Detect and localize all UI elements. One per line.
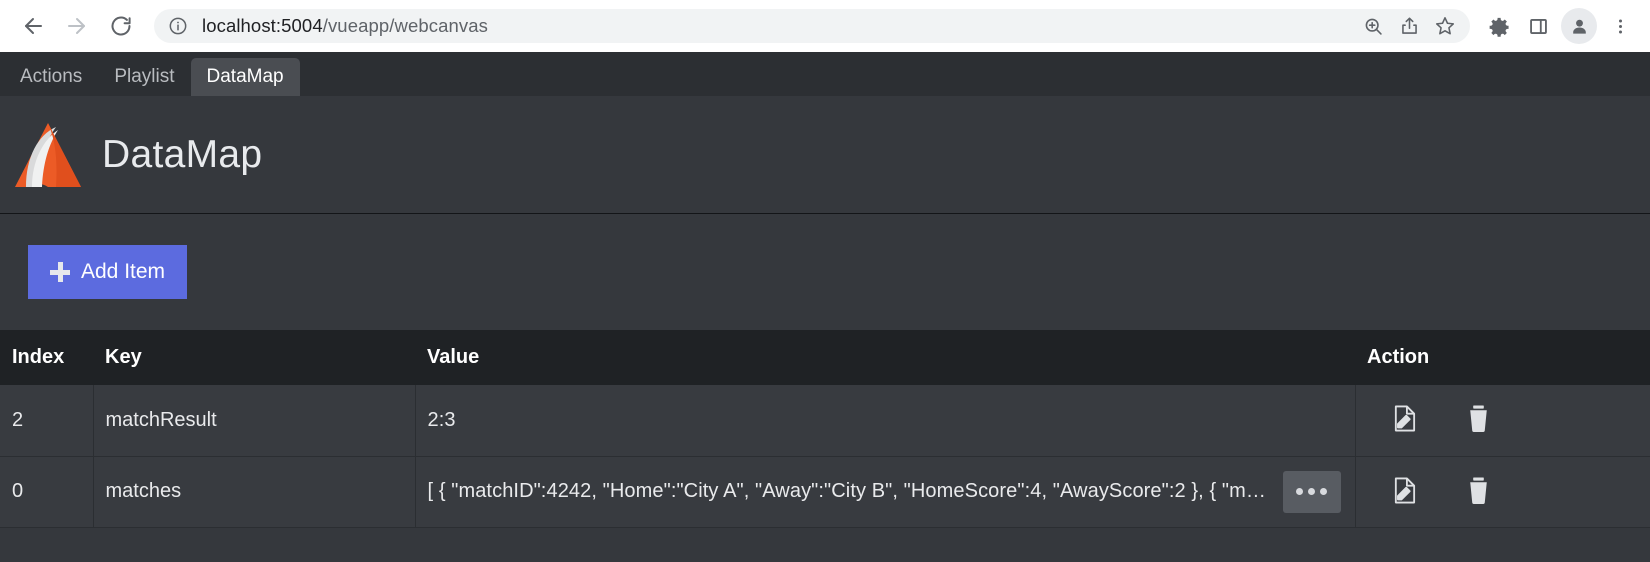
- trash-icon: [1466, 476, 1491, 508]
- cell-value-text: [ { "matchID":4242, "Home":"City A", "Aw…: [427, 480, 1271, 502]
- url-path: /vueapp/webcanvas: [322, 15, 488, 36]
- app-root: Actions Playlist DataMap DataMap Add Ite…: [0, 52, 1650, 562]
- cell-value: 2:3: [415, 385, 1356, 457]
- tab-actions[interactable]: Actions: [4, 58, 98, 96]
- cell-action: [1355, 385, 1650, 457]
- table-row[interactable]: 2 matchResult 2:3: [0, 385, 1650, 457]
- app-toolbar: Add Item: [0, 214, 1650, 330]
- dot-icon: [1296, 488, 1303, 495]
- back-arrow-icon: [21, 14, 45, 38]
- url-host: localhost:5004: [202, 15, 323, 36]
- table-header: Index Key Value Action: [0, 330, 1650, 385]
- cell-key: matches: [93, 456, 416, 528]
- cell-action: [1355, 456, 1650, 528]
- browser-action-icons: [1482, 6, 1638, 46]
- column-header-action: Action: [1355, 330, 1650, 385]
- column-header-key: Key: [93, 330, 415, 385]
- edit-row-button[interactable]: [1390, 404, 1420, 436]
- datamap-mountain-logo: [12, 119, 84, 191]
- side-panel-icon[interactable]: [1520, 6, 1556, 46]
- datamap-table: Index Key Value Action 2 matchResult 2:3: [0, 330, 1650, 528]
- tab-datamap-label: DataMap: [206, 66, 284, 87]
- add-item-label: Add Item: [81, 260, 166, 283]
- cell-value-text: 2:3: [427, 408, 456, 431]
- reload-icon: [109, 14, 133, 38]
- cell-index: 0: [0, 456, 94, 528]
- address-bar[interactable]: localhost:5004/vueapp/webcanvas: [154, 9, 1470, 43]
- reload-button[interactable]: [100, 5, 142, 47]
- tab-playlist-label: Playlist: [114, 66, 175, 87]
- profile-avatar-icon[interactable]: [1561, 8, 1597, 44]
- cell-index: 2: [0, 385, 94, 457]
- edit-row-button[interactable]: [1390, 476, 1420, 508]
- dot-icon: [1320, 488, 1327, 495]
- forward-arrow-icon: [65, 14, 89, 38]
- tab-actions-label: Actions: [20, 66, 83, 87]
- tab-datamap[interactable]: DataMap: [190, 58, 300, 96]
- back-button[interactable]: [12, 5, 54, 47]
- url-text: localhost:5004/vueapp/webcanvas: [202, 15, 1356, 37]
- app-header: DataMap: [0, 96, 1650, 214]
- page-title: DataMap: [102, 132, 263, 176]
- forward-button[interactable]: [56, 5, 98, 47]
- delete-row-button[interactable]: [1464, 404, 1494, 436]
- plus-icon: [50, 262, 70, 282]
- zoom-in-icon[interactable]: [1356, 9, 1390, 43]
- bookmark-star-icon[interactable]: [1428, 9, 1462, 43]
- cell-key: matchResult: [93, 385, 416, 457]
- dot-icon: [1308, 488, 1315, 495]
- app-tabstrip: Actions Playlist DataMap: [0, 52, 1650, 96]
- table-body: 2 matchResult 2:3 0 matches [{"matchID…: [0, 385, 1650, 528]
- browser-toolbar: localhost:5004/vueapp/webcanvas: [0, 0, 1650, 52]
- expand-value-button[interactable]: [1282, 470, 1341, 513]
- column-header-value: Value: [415, 330, 1355, 385]
- table-header-row: Index Key Value Action: [0, 330, 1650, 385]
- share-icon[interactable]: [1392, 9, 1426, 43]
- menu-kebab-icon[interactable]: [1602, 6, 1638, 46]
- delete-row-button[interactable]: [1464, 476, 1494, 508]
- add-item-button[interactable]: Add Item: [28, 245, 188, 299]
- extensions-puzzle-icon[interactable]: [1482, 6, 1518, 46]
- edit-document-icon: [1391, 476, 1418, 508]
- column-header-index: Index: [0, 330, 93, 385]
- info-circle-icon[interactable]: [168, 16, 188, 36]
- edit-document-icon: [1391, 404, 1418, 436]
- trash-icon: [1466, 404, 1491, 436]
- cell-value: [ { "matchID":4242, "Home":"City A", "Aw…: [415, 456, 1356, 528]
- omnibox-action-icons: [1356, 9, 1462, 43]
- table-row[interactable]: 0 matches [ { "matchID":4242, "Home":"Ci…: [0, 456, 1650, 528]
- datamap-table-container: Index Key Value Action 2 matchResult 2:3: [0, 330, 1650, 562]
- tab-playlist[interactable]: Playlist: [98, 58, 190, 96]
